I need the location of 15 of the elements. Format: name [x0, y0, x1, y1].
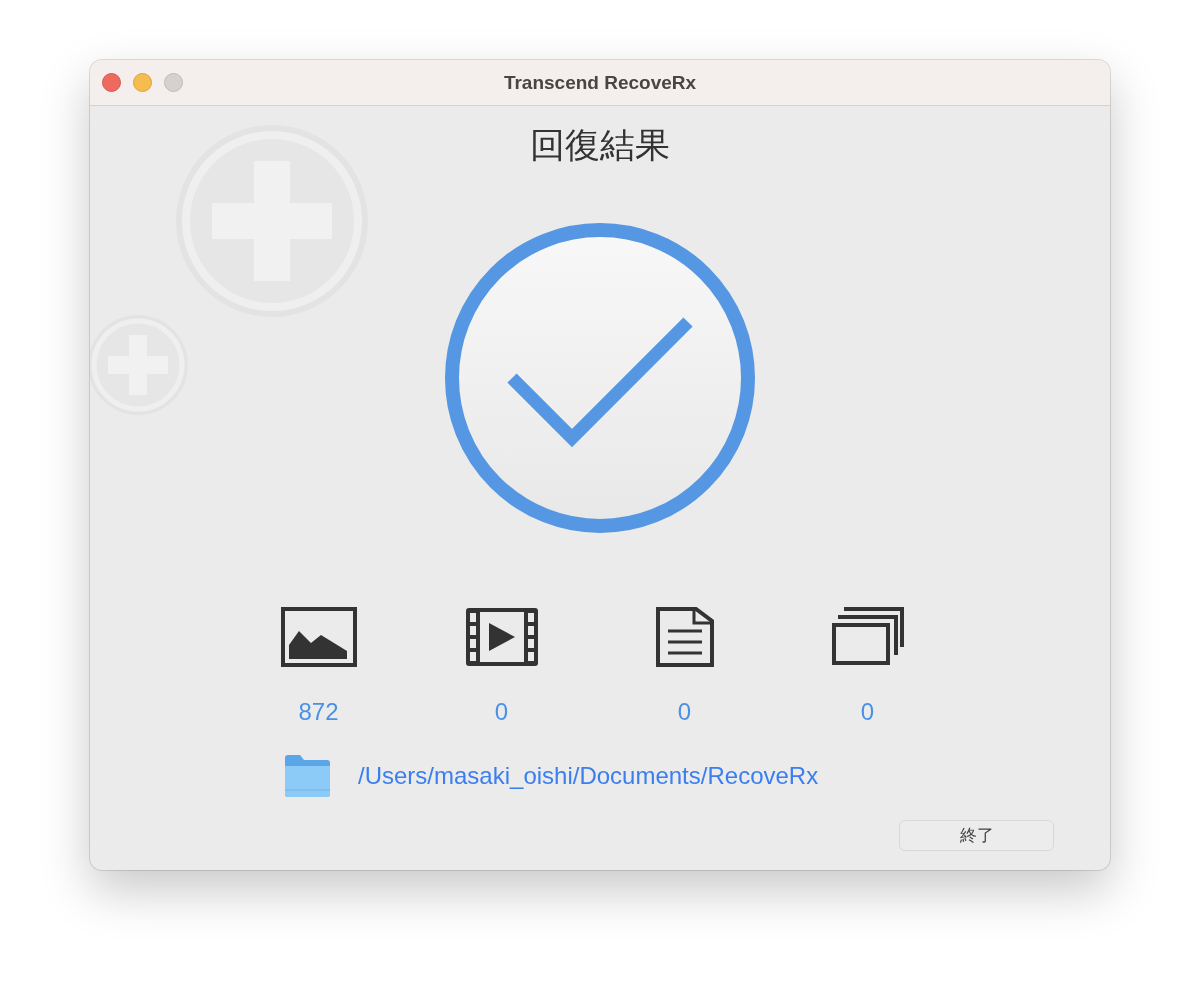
folder-icon — [283, 754, 331, 798]
file-count: 0 — [860, 698, 875, 726]
file-count: 872 — [298, 698, 339, 726]
file-count: 0 — [494, 698, 509, 726]
file-count: 0 — [677, 698, 692, 726]
stacked-windows-icon — [831, 607, 904, 667]
close-button[interactable] — [102, 73, 121, 92]
quit-button[interactable]: 終了 — [899, 820, 1054, 851]
document-icon — [655, 607, 714, 667]
film-icon — [464, 607, 539, 667]
minimize-button[interactable] — [133, 73, 152, 92]
heading: 回復結果 — [530, 124, 670, 166]
image-icon — [280, 607, 357, 667]
window-title: Transcend RecoveRx — [503, 71, 697, 94]
zoom-button[interactable] — [164, 73, 183, 92]
